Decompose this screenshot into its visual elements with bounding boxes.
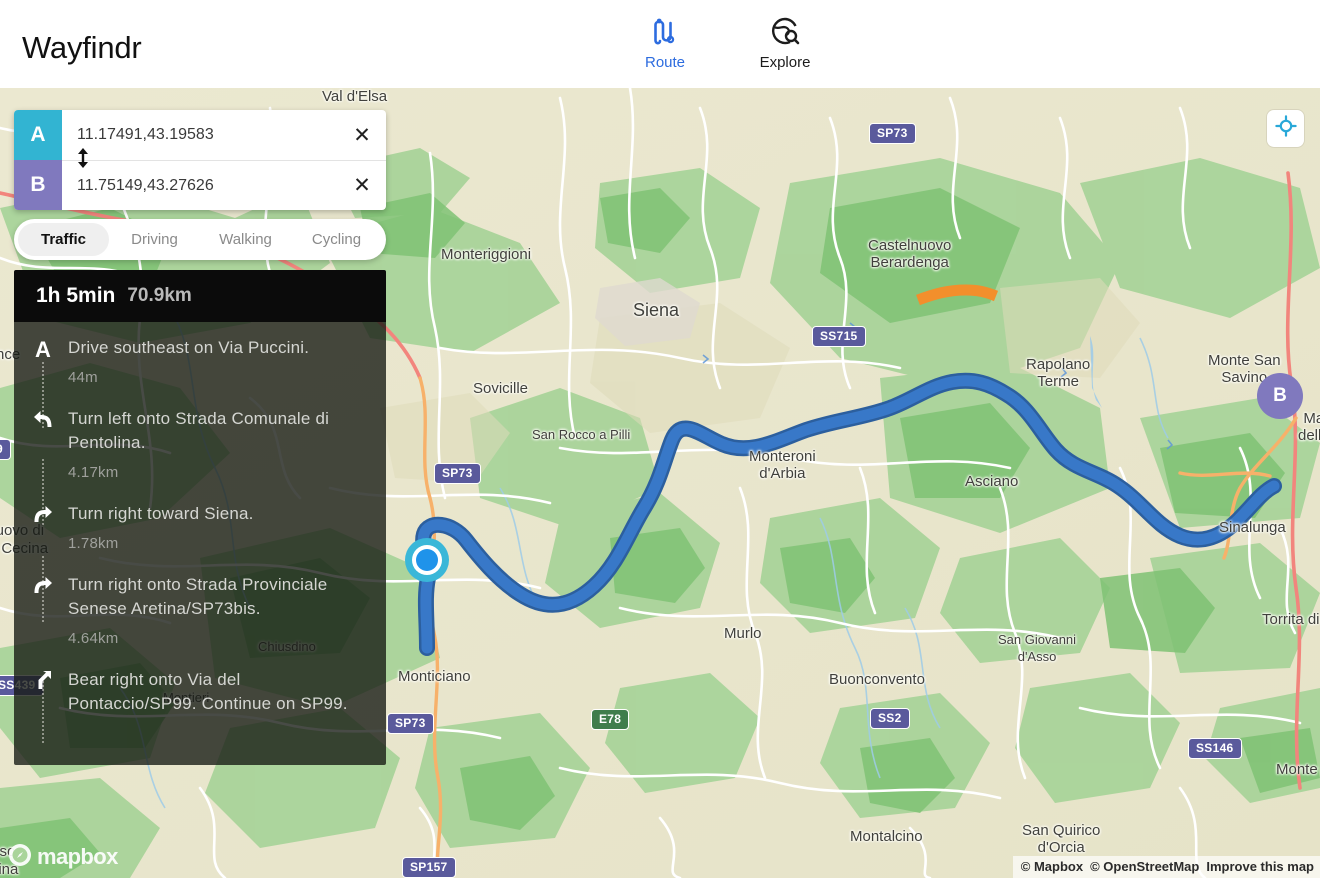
globe-search-icon: [770, 14, 800, 48]
geolocate-icon: [1274, 115, 1297, 142]
destination-row: 11.75149,43.27626 ✕: [62, 160, 386, 210]
directions-steps-list[interactable]: A Drive southeast on Via Puccini. 44m Tu…: [14, 322, 386, 765]
attribution-mapbox: © Mapbox: [1020, 859, 1084, 874]
destination-badge: B: [14, 160, 62, 210]
improve-this-map-link[interactable]: Improve this map: [1206, 859, 1314, 874]
route-icon: [651, 14, 679, 48]
nav-item-route[interactable]: Route: [620, 14, 710, 71]
tab-traffic[interactable]: Traffic: [18, 223, 109, 256]
direction-step[interactable]: Bear right onto Via del Pontaccio/SP99. …: [30, 668, 370, 718]
letter-a-icon: A: [30, 336, 56, 407]
tab-driving[interactable]: Driving: [109, 223, 200, 256]
swap-endpoints-button[interactable]: [72, 147, 94, 173]
step-instruction: Turn left onto Strada Comunale di Pentol…: [68, 409, 330, 452]
direction-step[interactable]: Turn right onto Strada Provinciale Senes…: [30, 573, 370, 668]
destination-input[interactable]: 11.75149,43.27626: [77, 177, 342, 195]
endpoint-inputs: 11.17491,43.19583 ✕ 11.75149,43.27626 ✕: [62, 110, 386, 210]
route-panel: A B 11.17491,43.19583 ✕ 11.75149,43.2762…: [14, 110, 386, 765]
step-letter: A: [35, 337, 51, 362]
clear-destination-icon[interactable]: ✕: [350, 174, 374, 198]
endpoint-badges: A B: [14, 110, 62, 210]
app-header: Wayfindr Route Explore: [0, 0, 1320, 88]
turn-left-arrow-icon: [30, 407, 56, 502]
direction-step[interactable]: A Drive southeast on Via Puccini. 44m: [30, 336, 370, 407]
directions-panel: 1h 5min 70.9km A Drive southeast on Via …: [14, 270, 386, 765]
bear-right-arrow-icon: [30, 668, 56, 718]
nav-item-explore[interactable]: Explore: [740, 14, 830, 71]
nav-label-explore: Explore: [759, 54, 811, 71]
app-root: Wayfindr Route Explore Val d'Elsa Monter…: [0, 0, 1320, 878]
direction-step[interactable]: Turn left onto Strada Comunale di Pentol…: [30, 407, 370, 502]
direction-step[interactable]: Turn right toward Siena. 1.78km: [30, 502, 370, 573]
turn-right-arrow-icon: [30, 502, 56, 573]
route-duration: 1h 5min: [36, 284, 116, 307]
search-card: A B 11.17491,43.19583 ✕ 11.75149,43.2762…: [14, 110, 386, 210]
tab-cycling[interactable]: Cycling: [291, 223, 382, 256]
step-instruction: Turn right toward Siena.: [68, 504, 254, 523]
main-nav: Route Explore: [620, 14, 830, 71]
nav-label-route: Route: [644, 54, 686, 71]
swap-vertical-icon: [75, 147, 91, 174]
destination-marker[interactable]: B: [1257, 373, 1303, 419]
attribution-osm: © OpenStreetMap: [1090, 859, 1200, 874]
app-brand: Wayfindr: [22, 30, 142, 65]
step-distance: 4.64km: [68, 630, 119, 647]
step-instruction: Bear right onto Via del Pontaccio/SP99. …: [68, 670, 348, 713]
step-distance: 1.78km: [68, 535, 119, 552]
tab-walking[interactable]: Walking: [200, 223, 291, 256]
origin-badge: A: [14, 110, 62, 160]
step-instruction: Turn right onto Strada Provinciale Senes…: [68, 575, 328, 618]
origin-row: 11.17491,43.19583 ✕: [62, 110, 386, 160]
origin-marker[interactable]: [405, 538, 449, 582]
step-distance: 4.17km: [68, 464, 119, 481]
step-distance: 44m: [68, 369, 98, 386]
route-distance: 70.9km: [127, 285, 192, 306]
geolocate-button[interactable]: [1267, 110, 1304, 147]
travel-mode-tabs: Traffic Driving Walking Cycling: [14, 219, 386, 260]
turn-right-arrow-icon: [30, 573, 56, 668]
map-attribution: © Mapbox © OpenStreetMap Improve this ma…: [1012, 856, 1320, 878]
clear-origin-icon[interactable]: ✕: [350, 123, 374, 147]
route-summary: 1h 5min 70.9km: [14, 270, 386, 322]
origin-input[interactable]: 11.17491,43.19583: [77, 126, 342, 144]
step-instruction: Drive southeast on Via Puccini.: [68, 338, 310, 357]
